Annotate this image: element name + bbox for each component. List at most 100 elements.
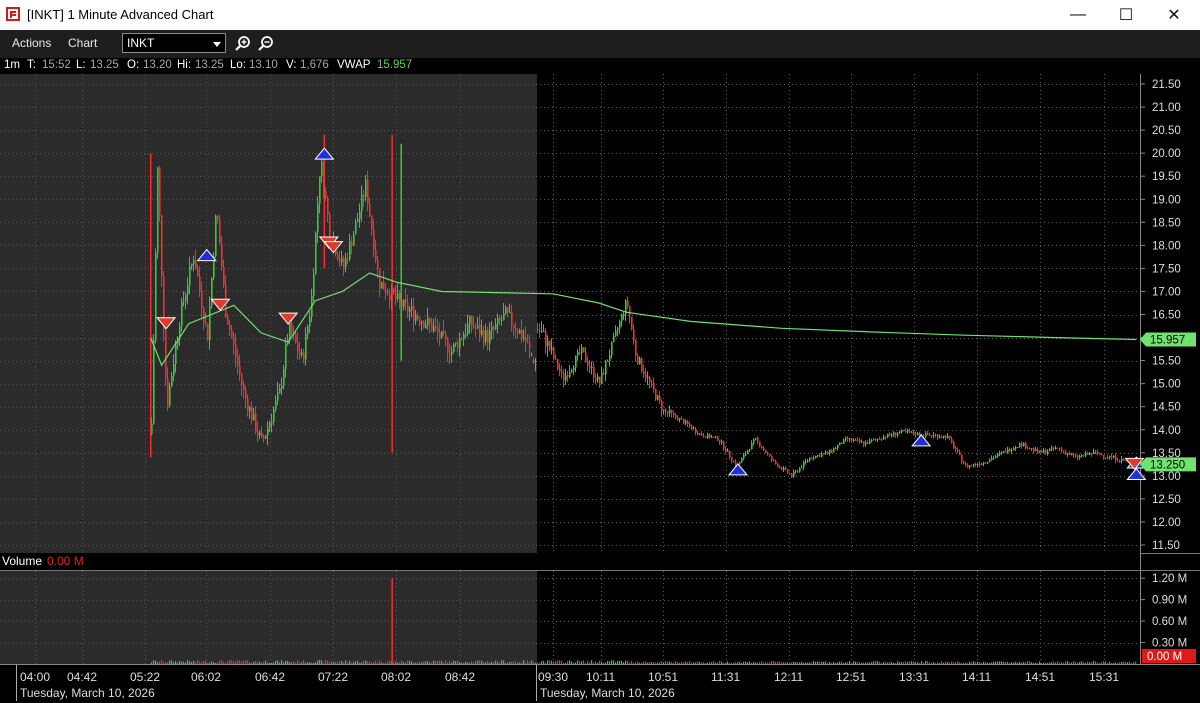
volume-bar [765,662,767,664]
candle-body [741,458,743,463]
candle-body [535,364,537,366]
candle-body [999,452,1001,454]
volume-bar [749,661,751,664]
volume-bar [835,662,837,664]
volume-bar [291,661,293,664]
volume-bar [269,662,271,664]
volume-bar [443,662,445,664]
volume-bar [325,660,327,664]
candle-body [327,197,329,215]
volume-bar [151,662,153,664]
volume-bar [229,660,231,664]
volume-bar [547,660,549,664]
volume-bar [621,660,623,664]
volume-bar [1037,662,1039,664]
volume-bar [363,660,365,664]
volume-bar [577,660,579,664]
high-label: Hi: [177,59,192,71]
menu-actions[interactable]: Actions [12,36,51,50]
volume-bar [527,660,529,664]
maximize-button[interactable]: ☐ [1103,0,1149,30]
volume-bar [781,662,783,664]
candle-body [403,299,405,307]
volume-bar [285,660,287,664]
volume-bar [889,661,891,664]
volume-bar [433,660,435,664]
volume-bar [1025,662,1027,664]
candle-body [489,330,491,344]
candle-body [751,442,753,450]
open-label: O: [127,59,140,71]
volume-bar [1051,662,1053,664]
candle-body [987,462,989,464]
candle-body [207,323,209,341]
candle-body [441,330,443,338]
candle-body [1115,455,1117,461]
candle-body [317,203,319,233]
volume-bar [339,661,341,664]
zoom-in-icon[interactable] [234,35,252,53]
candle-body [579,351,581,354]
candle-body [353,234,355,246]
price-chart[interactable]: 21.50 21.00 20.50 20.00 19.50 19.00 18.50 18.00… [0,74,1200,665]
volume-bar [397,662,399,664]
candle-body [453,344,455,352]
close-button[interactable]: ✕ [1151,0,1197,30]
candle-body [707,434,709,438]
volume-bar [1129,661,1131,664]
volume-bar [383,662,385,664]
volume-bar [843,662,845,664]
volume-bar [737,662,739,664]
candle-body [647,377,649,379]
chevron-down-icon[interactable] [213,42,221,47]
volume-bar [455,661,457,664]
candle-body [1013,448,1015,451]
volume-bar [655,662,657,664]
candle-body [553,347,555,359]
symbol-dropdown[interactable]: INKT [122,33,226,53]
candle-body [757,437,759,442]
menu-chart[interactable]: Chart [68,36,97,50]
candle-body [963,461,965,464]
volume-bar [823,661,825,664]
candle-body [913,431,915,435]
volume-bar [901,662,903,664]
volume-bar [807,662,809,664]
volume-bar [841,661,843,664]
volume-bar [669,661,671,664]
volume-bar [329,662,331,664]
volume-bar [189,661,191,664]
volume-bar [301,662,303,664]
candle-body [1045,450,1047,454]
candle-body [279,388,281,393]
volume-bar [1125,662,1127,664]
candle-body [597,376,599,381]
candle-body [297,342,299,352]
candle-body [815,455,817,459]
zoom-out-icon[interactable] [257,35,275,53]
candle-body [1041,450,1043,453]
volume-bar [319,660,321,664]
interval-label[interactable]: 1m [4,59,20,71]
candle-body [341,258,343,263]
volume-bar [405,662,407,664]
candle-body [699,433,701,435]
minimize-button[interactable]: — [1055,0,1101,30]
candle-body [337,254,339,260]
candle-body [875,439,877,441]
candle-body [713,436,715,438]
volume-bar [917,662,919,664]
candle-body [1063,450,1065,452]
volume-bar [401,660,403,664]
candle-body [321,161,323,177]
candle-body [969,465,971,468]
volume-bar [879,661,881,664]
candle-body [781,467,783,470]
price-tick-label: 17.50 [1152,263,1181,275]
volume-bar [207,662,209,664]
price-tick-label: 14.00 [1152,425,1181,437]
candle-body [469,316,471,325]
volume-bar [255,660,257,664]
volume-bar [757,662,759,664]
candle-body [797,470,799,472]
